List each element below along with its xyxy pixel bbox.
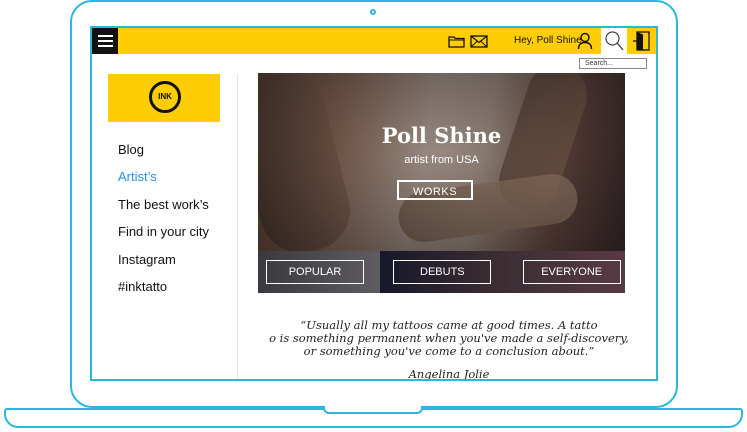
category-tile-debuts[interactable]: DEBUTS	[380, 251, 503, 293]
popular-button[interactable]: POPULAR	[266, 260, 364, 284]
nav-item-find-in-city[interactable]: Find in your city	[118, 222, 209, 249]
nav-item-instagram[interactable]: Instagram	[118, 250, 209, 277]
hero-banner: Poll Shine artist from USA WORKS	[258, 73, 625, 251]
works-button[interactable]: WORKS	[397, 180, 473, 200]
sidebar-nav: Blog Artist’s The best work’s Find in yo…	[118, 140, 209, 304]
top-bar: Hey, Poll Shine	[92, 28, 656, 54]
category-tile-everyone[interactable]: EVERYONE	[502, 251, 625, 293]
logo-ring: INK	[149, 81, 181, 113]
everyone-button[interactable]: EVERYONE	[522, 260, 621, 284]
camera-icon	[370, 9, 376, 15]
laptop-notch	[323, 406, 423, 414]
category-strip: POPULAR DEBUTS EVERYONE	[258, 251, 625, 293]
screen: Hey, Poll Shine Search... INK Blog Artis…	[90, 26, 658, 381]
artist-name: Poll Shine	[381, 123, 502, 148]
user-greeting: Hey, Poll Shine	[514, 35, 582, 46]
exit-door-icon[interactable]	[632, 31, 652, 51]
sidebar-divider	[237, 74, 238, 379]
nav-item-artists[interactable]: Artist’s	[118, 167, 209, 194]
search-icon	[605, 31, 624, 51]
nav-item-inktatto[interactable]: #inktatto	[118, 277, 209, 304]
search-input[interactable]: Search...	[579, 58, 647, 69]
folder-icon[interactable]	[448, 35, 465, 48]
debuts-button[interactable]: DEBUTS	[393, 260, 492, 284]
nav-item-blog[interactable]: Blog	[118, 140, 209, 167]
artist-subtitle: artist from USA	[404, 154, 479, 166]
nav-item-best-works[interactable]: The best work’s	[118, 195, 209, 222]
hamburger-menu-button[interactable]	[92, 28, 118, 54]
logo[interactable]: INK	[108, 74, 220, 122]
quote-line: or something you've come to a conclusion…	[303, 344, 595, 358]
mail-icon[interactable]	[470, 35, 488, 48]
quote-author: Angelina Jolie	[408, 367, 490, 381]
quote: “Usually all my tattoos came at good tim…	[242, 319, 656, 358]
search-button[interactable]	[601, 28, 627, 54]
user-icon[interactable]	[577, 32, 593, 50]
category-tile-popular[interactable]: POPULAR	[258, 251, 381, 293]
